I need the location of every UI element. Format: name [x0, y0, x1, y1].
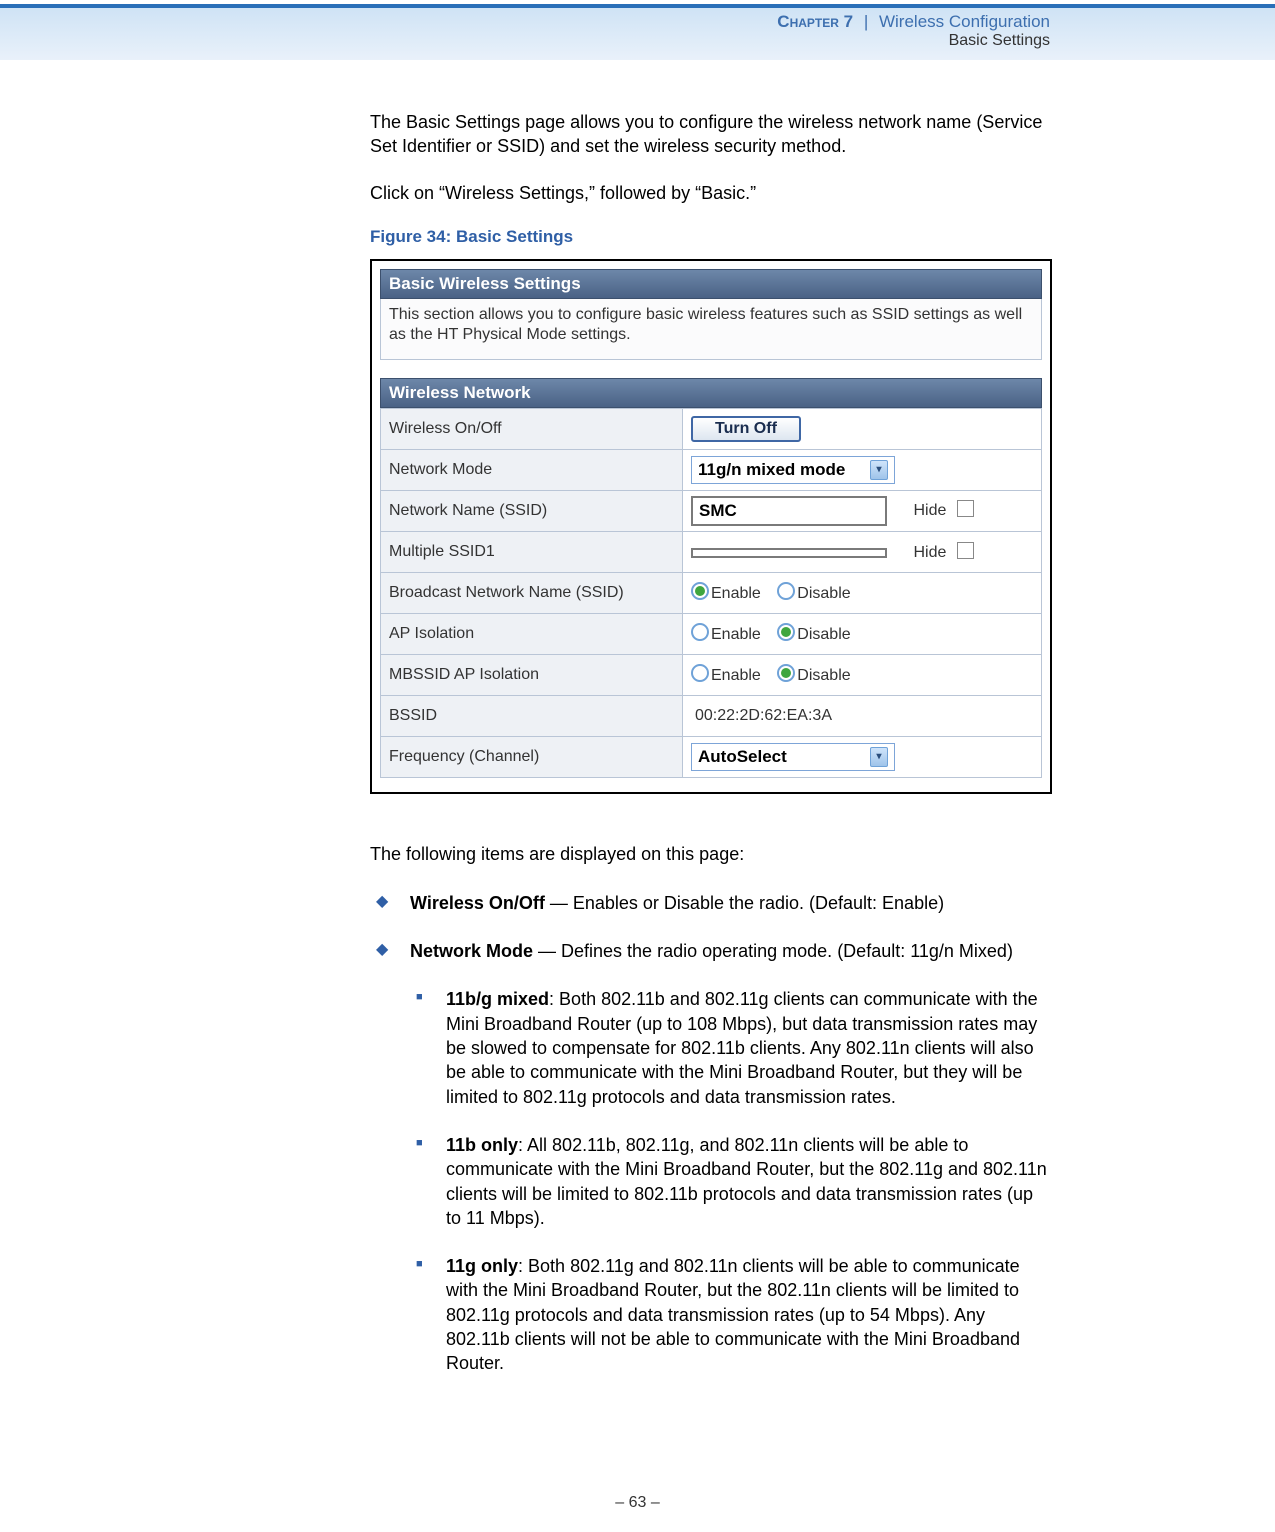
- broadcast-ssid-label: Broadcast Network Name (SSID): [381, 572, 683, 613]
- hide-mssid-label: Hide: [913, 544, 946, 561]
- bullet-title: Network Mode: [410, 941, 533, 961]
- broadcast-disable-radio[interactable]: [777, 582, 795, 600]
- chevron-down-icon: ▾: [870, 747, 888, 767]
- broadcast-radio-group: Enable Disable: [691, 585, 863, 602]
- network-mode-label: Network Mode: [381, 449, 683, 490]
- ap-isolation-radio-group: Enable Disable: [691, 626, 863, 643]
- ssid-label: Network Name (SSID): [381, 490, 683, 531]
- sub-bullet-title: 11g only: [446, 1256, 518, 1276]
- items-intro: The following items are displayed on thi…: [370, 844, 1052, 865]
- broadcast-enable-radio[interactable]: [691, 582, 709, 600]
- chevron-down-icon: ▾: [870, 460, 888, 480]
- bullet-wireless-onoff: Wireless On/Off — Enables or Disable the…: [370, 891, 1052, 915]
- panel-wireless-network-title: Wireless Network: [380, 378, 1042, 408]
- sub-bullet-title: 11b only: [446, 1135, 518, 1155]
- hide-mssid-checkbox[interactable]: [957, 542, 974, 559]
- sub-bullet-text: : Both 802.11g and 802.11n clients will …: [446, 1256, 1020, 1373]
- mbssid-enable-radio[interactable]: [691, 664, 709, 682]
- intro-paragraph-2: Click on “Wireless Settings,” followed b…: [370, 181, 1052, 205]
- main-content: The Basic Settings page allows you to co…: [370, 110, 1052, 1400]
- multiple-ssid1-input[interactable]: [691, 548, 887, 558]
- hide-ssid-checkbox[interactable]: [957, 500, 974, 517]
- page-subtitle: Basic Settings: [0, 32, 1050, 50]
- intro-paragraph-1: The Basic Settings page allows you to co…: [370, 110, 1052, 159]
- sub-bullet-11bg-mixed: 11b/g mixed: Both 802.11b and 802.11g cl…: [370, 987, 1052, 1108]
- sub-bullet-title: 11b/g mixed: [446, 989, 549, 1009]
- frequency-value: AutoSelect: [698, 747, 787, 767]
- network-mode-value: 11g/n mixed mode: [698, 460, 845, 480]
- panel-basic-wireless-title: Basic Wireless Settings: [380, 269, 1042, 299]
- turn-off-button[interactable]: Turn Off: [691, 416, 801, 442]
- mbssid-isolation-label: MBSSID AP Isolation: [381, 654, 683, 695]
- hide-ssid-label: Hide: [913, 502, 946, 519]
- ap-isolation-label: AP Isolation: [381, 613, 683, 654]
- network-mode-select[interactable]: 11g/n mixed mode ▾: [691, 456, 895, 484]
- multiple-ssid1-label: Multiple SSID1: [381, 531, 683, 572]
- sub-bullet-text: : All 802.11b, 802.11g, and 802.11n clie…: [446, 1135, 1047, 1228]
- settings-table: Wireless On/Off Turn Off Network Mode 11…: [380, 408, 1042, 778]
- bullet-title: Wireless On/Off: [410, 893, 545, 913]
- page-number: – 63 –: [0, 1494, 1275, 1512]
- bullet-network-mode: Network Mode — Defines the radio operati…: [370, 939, 1052, 963]
- apiso-disable-radio[interactable]: [777, 623, 795, 641]
- wireless-onoff-label: Wireless On/Off: [381, 408, 683, 449]
- bssid-value: 00:22:2D:62:EA:3A: [691, 707, 832, 724]
- mbssid-disable-radio[interactable]: [777, 664, 795, 682]
- frequency-select[interactable]: AutoSelect ▾: [691, 743, 895, 771]
- chapter-label: Chapter 7: [777, 12, 853, 31]
- figure-screenshot: Basic Wireless Settings This section all…: [370, 259, 1052, 794]
- page-header: Chapter 7 | Wireless Configuration Basic…: [0, 4, 1275, 60]
- bullet-text: — Defines the radio operating mode. (Def…: [533, 941, 1013, 961]
- separator: |: [858, 12, 874, 31]
- frequency-label: Frequency (Channel): [381, 736, 683, 777]
- sub-bullet-11g-only: 11g only: Both 802.11g and 802.11n clien…: [370, 1254, 1052, 1375]
- panel-basic-wireless-desc: This section allows you to configure bas…: [380, 299, 1042, 360]
- section-title: Wireless Configuration: [879, 12, 1050, 31]
- apiso-enable-radio[interactable]: [691, 623, 709, 641]
- bssid-label: BSSID: [381, 695, 683, 736]
- ssid-input[interactable]: SMC: [691, 496, 887, 526]
- bullet-text: — Enables or Disable the radio. (Default…: [545, 893, 944, 913]
- sub-bullet-11b-only: 11b only: All 802.11b, 802.11g, and 802.…: [370, 1133, 1052, 1230]
- mbssid-isolation-radio-group: Enable Disable: [691, 667, 863, 684]
- figure-caption: Figure 34: Basic Settings: [370, 227, 1052, 247]
